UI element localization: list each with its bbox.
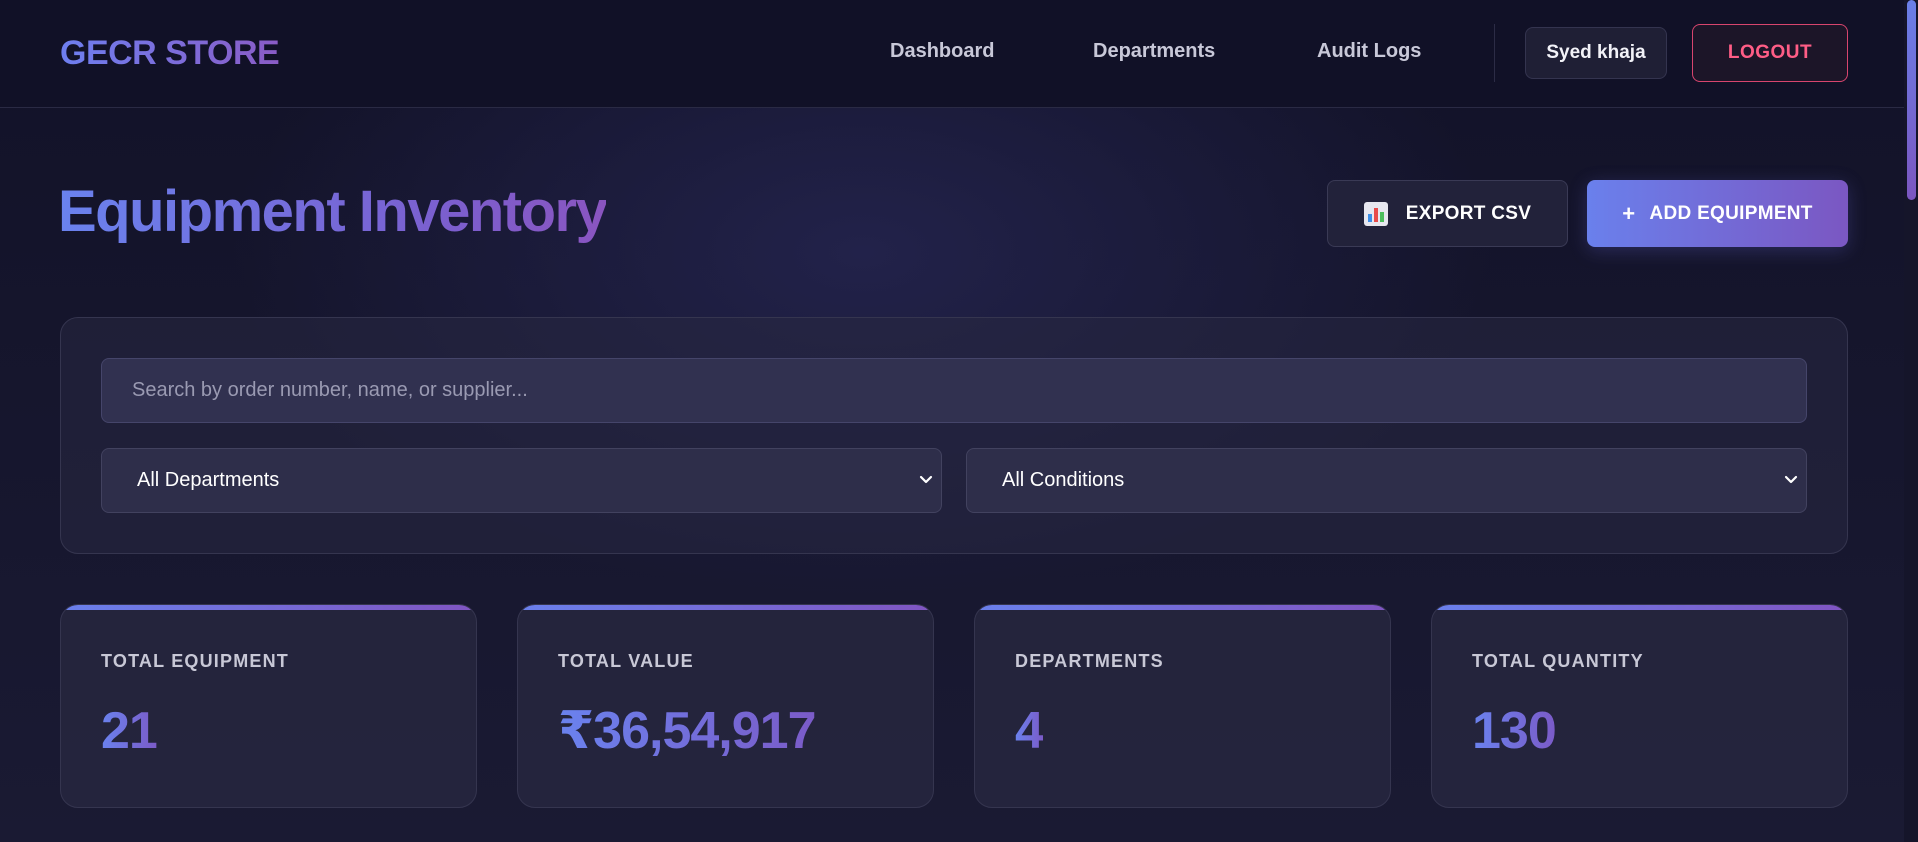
stat-value: 21 [101, 702, 158, 760]
card-accent-bar [1432, 605, 1847, 610]
department-select-value: All Departments [137, 469, 280, 491]
bar-chart-icon [1363, 201, 1388, 226]
export-csv-label: EXPORT CSV [1405, 202, 1532, 224]
stat-label: TOTAL QUANTITY [1472, 651, 1644, 671]
stat-label: TOTAL EQUIPMENT [101, 651, 290, 671]
page-title: Equipment Inventory [58, 179, 608, 244]
logout-button[interactable]: LOGOUT [1692, 24, 1848, 82]
card-accent-bar [61, 605, 476, 610]
stat-card-total-value: TOTAL VALUE ₹36,54,917 [517, 604, 934, 808]
department-select[interactable]: All Departments [101, 448, 942, 513]
stat-label: DEPARTMENTS [1015, 651, 1164, 671]
stat-card-departments: DEPARTMENTS 4 [974, 604, 1391, 808]
card-accent-bar [518, 605, 933, 610]
nav-audit-logs[interactable]: Audit Logs [1317, 40, 1421, 63]
user-chip[interactable]: Syed khaja [1525, 27, 1667, 79]
card-accent-bar [975, 605, 1390, 610]
scrollbar-thumb[interactable] [1907, 0, 1916, 200]
nav-dashboard[interactable]: Dashboard [890, 40, 994, 63]
plus-icon: + [1622, 200, 1636, 226]
stat-label: TOTAL VALUE [558, 651, 694, 671]
stat-value: 4 [1015, 702, 1044, 760]
page-scrollbar[interactable] [1904, 0, 1918, 842]
nav-divider [1494, 24, 1495, 82]
nav-departments[interactable]: Departments [1093, 40, 1215, 63]
stat-card-total-quantity: TOTAL QUANTITY 130 [1431, 604, 1848, 808]
export-csv-button[interactable]: EXPORT CSV [1327, 180, 1568, 247]
search-input[interactable] [101, 358, 1807, 423]
stat-value: ₹36,54,917 [558, 702, 817, 760]
add-equipment-button[interactable]: + ADD EQUIPMENT [1587, 180, 1848, 247]
stat-card-total-equipment: TOTAL EQUIPMENT 21 [60, 604, 477, 808]
filter-panel: All Departments All Conditions [60, 317, 1848, 554]
top-navbar: GECR STORE Dashboard Departments Audit L… [0, 0, 1904, 108]
add-equipment-label: ADD EQUIPMENT [1649, 202, 1813, 224]
chevron-down-icon [1784, 475, 1798, 484]
condition-select-value: All Conditions [1002, 469, 1125, 491]
stat-value: 130 [1472, 702, 1557, 760]
chevron-down-icon [919, 475, 933, 484]
brand-logo[interactable]: GECR STORE [60, 34, 280, 73]
condition-select[interactable]: All Conditions [966, 448, 1807, 513]
